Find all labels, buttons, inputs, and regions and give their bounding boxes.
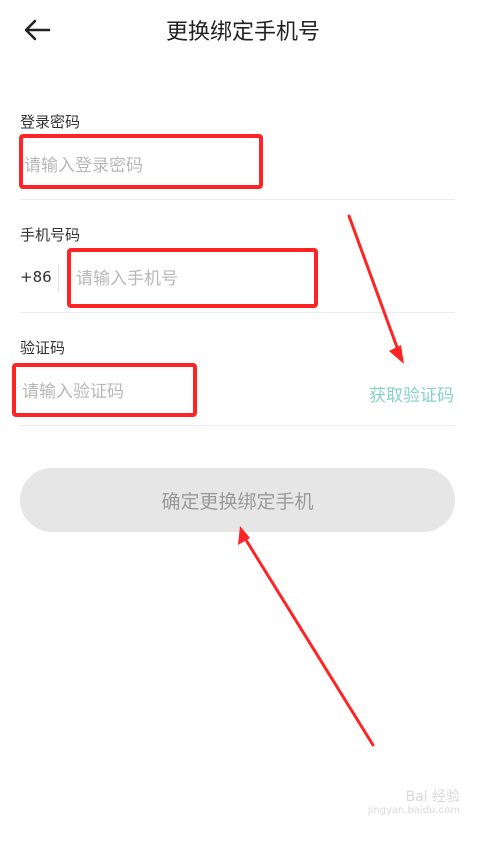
arrow-to-confirm (238, 526, 375, 747)
divider (20, 312, 455, 313)
arrow-to-get-code (347, 214, 404, 364)
confirm-button[interactable]: 确定更换绑定手机 (20, 468, 455, 532)
page-title: 更换绑定手机号 (165, 20, 320, 45)
phone-input[interactable] (76, 267, 306, 291)
password-label: 登录密码 (20, 113, 81, 131)
divider (20, 199, 455, 200)
change-phone-page: 更换绑定手机号 登录密码 手机号码 +86 验证码 获取验证码 确定更换绑定手机… (0, 0, 486, 842)
code-label: 验证码 (20, 339, 66, 357)
get-code-button[interactable]: 获取验证码 (369, 381, 454, 406)
divider (20, 425, 455, 426)
password-input[interactable] (24, 154, 254, 178)
watermark-text: Bai 经验 (405, 788, 460, 805)
country-code[interactable]: +86 (20, 268, 52, 286)
watermark: Bai 经验 jingyan.baidu.com (367, 788, 460, 816)
code-input[interactable] (22, 380, 192, 404)
country-code-separator (58, 264, 59, 292)
watermark-url: jingyan.baidu.com (367, 805, 460, 816)
phone-label: 手机号码 (20, 226, 81, 244)
